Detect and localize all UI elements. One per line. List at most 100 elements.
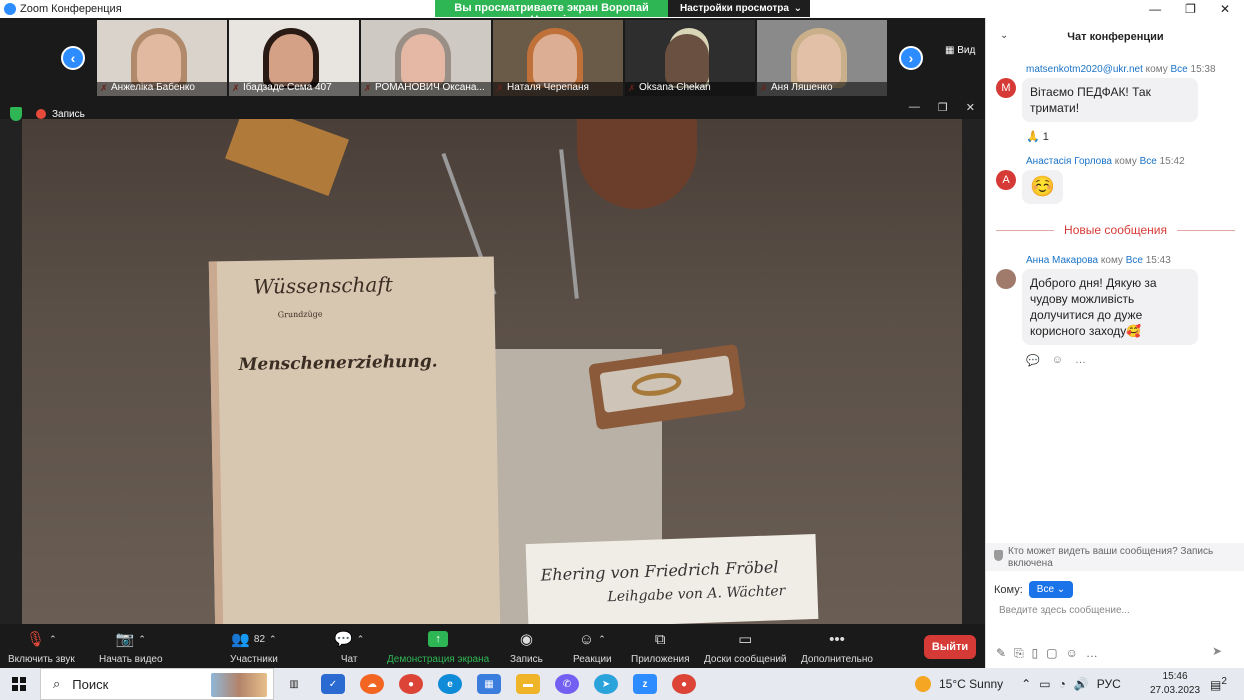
taskbar-clock[interactable]: 15:46 27.03.2023 xyxy=(1150,670,1200,698)
start-video-button[interactable]: 📷 ⌃ Начать видео xyxy=(99,628,163,665)
clock-time: 15:46 xyxy=(1162,671,1188,682)
sender-name[interactable]: Анастасія Горлова xyxy=(1026,156,1112,167)
caret-up-icon[interactable]: ⌃ xyxy=(138,634,146,645)
language-indicator[interactable]: РУС xyxy=(1097,677,1121,691)
message-meta: matsenkotm2020@ukr.net кому Все 15:38 xyxy=(1026,64,1216,75)
volume-icon[interactable]: 🔊 xyxy=(1074,677,1089,691)
edge-icon[interactable]: e xyxy=(438,674,462,694)
gallery-prev-button[interactable]: ‹ xyxy=(61,46,85,70)
gallery-next-button[interactable]: › xyxy=(899,46,923,70)
chevron-down-icon: ⌄ xyxy=(1056,584,1066,595)
more-button[interactable]: ••• Дополнительно xyxy=(801,628,873,666)
network-icon[interactable]: ◔ xyxy=(1059,677,1066,691)
apps-button[interactable]: ⧉ Приложения xyxy=(631,628,690,666)
whiteboards-button[interactable]: ▭ Доски сообщений xyxy=(704,628,787,665)
file-icon[interactable]: ▯ xyxy=(1032,646,1039,661)
leave-button[interactable]: Выйти xyxy=(924,635,976,659)
view-options-button[interactable]: Настройки просмотра ⌄ xyxy=(668,0,810,17)
weather-label[interactable]: 15°C Sunny xyxy=(939,677,1003,691)
participant-tile[interactable]: ✗ РОМАНОВИЧ Оксана... xyxy=(361,20,491,96)
participant-face xyxy=(401,34,445,86)
todo-app-icon[interactable]: ✓ xyxy=(321,674,345,694)
message-actions: 💬 ☺ … xyxy=(1026,354,1086,367)
message-time: 15:42 xyxy=(1159,156,1185,167)
record-label: Запись xyxy=(510,654,543,665)
caret-up-icon[interactable]: ⌃ xyxy=(598,634,606,645)
participant-tile[interactable]: ✗ Анжеліка Бабенко xyxy=(97,20,227,96)
chevron-up-icon[interactable]: ⌃ xyxy=(1021,677,1031,691)
message-bubble[interactable]: Доброго дня! Дякую за чудову можливість … xyxy=(1022,269,1198,345)
participant-face xyxy=(137,34,181,86)
code-icon[interactable]: ▢ xyxy=(1046,646,1057,661)
minimize-button[interactable]: — xyxy=(1149,2,1161,16)
reactions-button[interactable]: ☺ ⌃ Реакции xyxy=(573,628,612,666)
meeting-toolbar: 🎙 ⌃ Включить звук 📷 ⌃ Начать видео 👥 82 ⌃ Уч… xyxy=(0,624,985,668)
maximize-button[interactable]: ❐ xyxy=(1185,2,1196,16)
participant-name: Наталя Черепаня xyxy=(493,82,623,96)
participant-name: Анжеліка Бабенко xyxy=(97,82,227,96)
message-input[interactable]: Введите здесь сообщение... xyxy=(999,605,1130,616)
view-mode-button[interactable]: ▦ Вид xyxy=(945,45,975,56)
reaction-count[interactable]: 🙏 1 xyxy=(1026,130,1049,143)
format-icon[interactable]: ✎ xyxy=(996,646,1006,661)
reactions-icon: ☺ xyxy=(578,630,595,648)
chat-message: A Анастасія Горлова кому Все 15:42 ☺️ xyxy=(996,156,1236,216)
more-label: Дополнительно xyxy=(801,654,873,665)
unmute-button[interactable]: 🎙 ⌃ Включить звук xyxy=(8,628,75,665)
store-icon[interactable]: ▦ xyxy=(477,674,501,694)
participant-tile[interactable]: ✗ Аня Ляшенко xyxy=(757,20,887,96)
shared-window-controls: — ❐ ✕ xyxy=(909,101,975,114)
emoji-icon[interactable]: ☺ xyxy=(1066,646,1078,661)
recipient-select[interactable]: Все ⌄ xyxy=(1028,581,1074,598)
antique-book: Wüssenschaft Grundzüge Menschenerziehung… xyxy=(208,256,501,624)
caret-up-icon[interactable]: ⌃ xyxy=(357,634,365,645)
screenshot-icon[interactable]: ⎘ xyxy=(1014,646,1024,661)
participant-tile[interactable]: ✗ Oksana Chekan xyxy=(625,20,755,96)
start-video-label: Начать видео xyxy=(99,654,163,665)
viber-icon[interactable]: ✆ xyxy=(555,674,579,694)
shield-icon xyxy=(994,550,1003,561)
participant-name: Ібадзаде Сема 407 xyxy=(229,82,359,96)
search-icon: ⌕ xyxy=(53,676,61,691)
chrome-icon[interactable]: ● xyxy=(399,674,423,694)
more-icon[interactable]: … xyxy=(1075,354,1086,367)
reply-icon[interactable]: 💬 xyxy=(1026,354,1040,367)
chevron-right-icon: › xyxy=(908,50,914,66)
add-reaction-icon[interactable]: ☺ xyxy=(1052,354,1063,367)
share-screen-button[interactable]: ↑ Демонстрация экрана xyxy=(387,628,489,665)
participant-gallery: ‹ ✗ Анжеліка Бабенко ✗ Ібадзаде Сема 407… xyxy=(0,18,985,97)
message-bubble[interactable]: Вітаємо ПЕДФАК! Так тримати! xyxy=(1022,78,1198,122)
zoom-taskbar-icon[interactable]: z xyxy=(633,674,657,694)
task-view-icon[interactable]: ▥ xyxy=(282,674,306,694)
cloud-app-icon[interactable]: ☁ xyxy=(360,674,384,694)
chrome-icon[interactable]: ● xyxy=(672,674,696,694)
chat-visibility-notice[interactable]: Кто может видеть ваши сообщения? Запись … xyxy=(986,543,1244,571)
send-button[interactable]: ➤ xyxy=(1212,644,1222,658)
sender-name[interactable]: matsenkotm2020@ukr.net xyxy=(1026,64,1143,75)
recipient: Все xyxy=(1125,255,1143,266)
chat-message: M matsenkotm2020@ukr.net кому Все 15:38 … xyxy=(996,64,1236,144)
battery-icon[interactable]: ▭ xyxy=(1039,677,1050,691)
close-button[interactable]: ✕ xyxy=(966,101,975,114)
book-title: Menschenerziehung. xyxy=(238,351,438,376)
participants-button[interactable]: 👥 82 ⌃ Участники xyxy=(230,628,278,665)
chat-button[interactable]: 💬 ⌃ Чат xyxy=(334,628,364,665)
file-explorer-icon[interactable]: ▬ xyxy=(516,674,540,694)
participant-tile[interactable]: ✗ Ібадзаде Сема 407 xyxy=(229,20,359,96)
participant-face xyxy=(665,34,709,86)
windows-start-icon[interactable] xyxy=(12,677,26,691)
notification-center-button[interactable]: ▤2 xyxy=(1210,676,1227,692)
caret-up-icon[interactable]: ⌃ xyxy=(269,634,277,645)
caret-up-icon[interactable]: ⌃ xyxy=(49,634,57,645)
sender-name[interactable]: Анна Макарова xyxy=(1026,255,1098,266)
telegram-icon[interactable]: ➤ xyxy=(594,674,618,694)
maximize-button[interactable]: ❐ xyxy=(938,101,948,114)
participant-tile[interactable]: ✗ Наталя Черепаня xyxy=(493,20,623,96)
message-bubble[interactable]: ☺️ xyxy=(1022,170,1063,204)
close-button[interactable]: ✕ xyxy=(1220,2,1230,16)
record-button[interactable]: ◉ Запись xyxy=(510,628,543,665)
more-icon[interactable]: … xyxy=(1086,646,1098,661)
collapse-chat-button[interactable]: ⌄ xyxy=(1000,30,1008,41)
minimize-button[interactable]: — xyxy=(909,101,920,114)
taskbar-search[interactable]: ⌕ Поиск xyxy=(40,668,274,700)
